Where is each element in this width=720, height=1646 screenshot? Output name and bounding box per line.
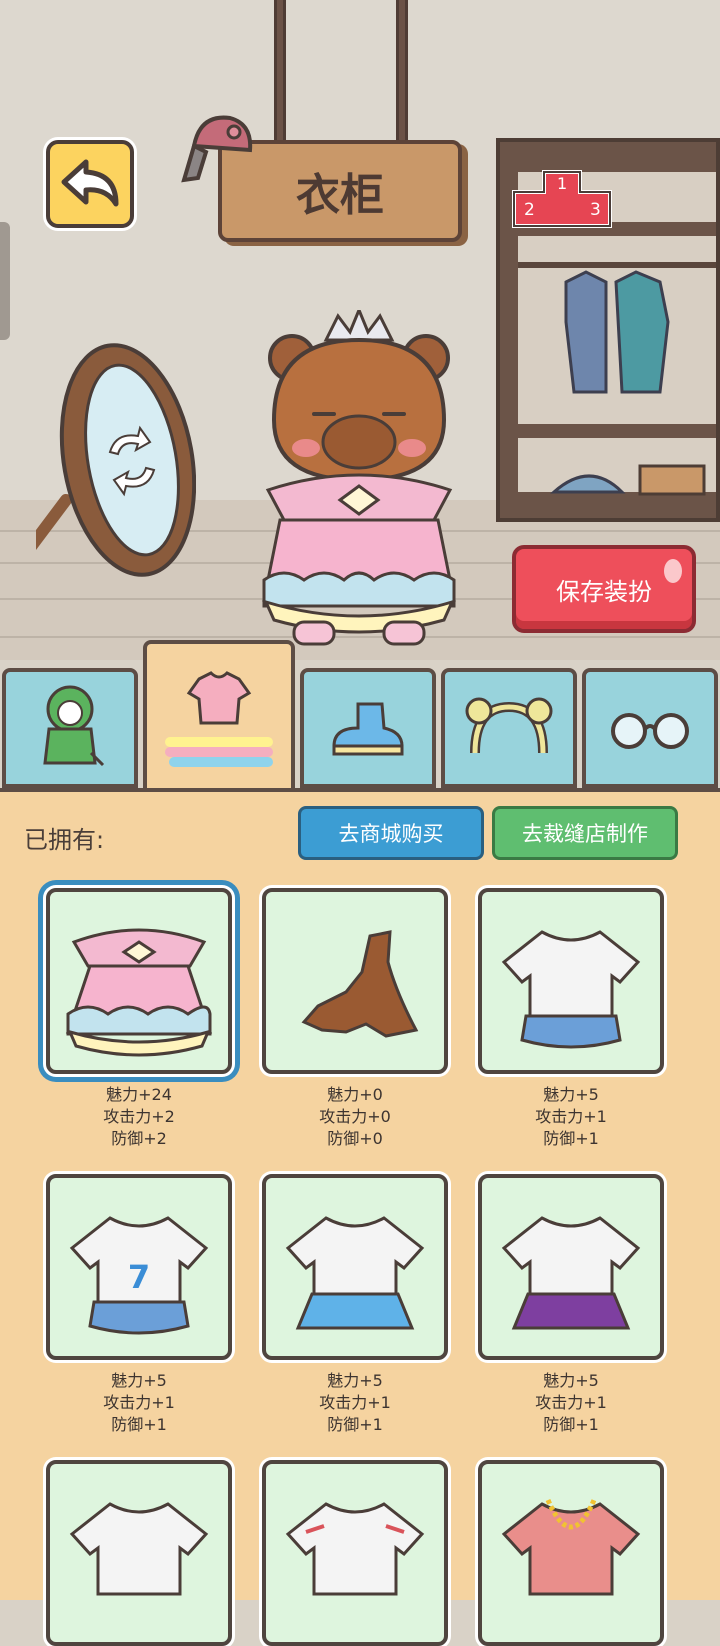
item-stats: 魅力+0 攻击力+0 防御+0 [262,1084,448,1150]
save-outfit-button[interactable]: 保存装扮 [512,545,696,633]
tab-glasses[interactable] [582,668,718,788]
item-stats: 魅力+24 攻击力+2 防御+2 [46,1084,232,1150]
attack-stat: 攻击力+1 [535,1107,607,1126]
rank-second-label: 2 [524,200,535,220]
mirror-button[interactable] [0,340,197,586]
save-outfit-label: 保存装扮 [556,577,652,606]
attack-stat: 攻击力+1 [535,1393,607,1412]
item-card-torn-rag[interactable] [262,888,448,1074]
go-tailor-button[interactable]: 去裁缝店制作 [492,806,678,860]
items-panel: 已拥有: 去商城购买 去裁缝店制作 魅力+24 攻击力+2 防御+2 魅力+0 … [0,788,720,1646]
attack-stat: 攻击力+0 [319,1107,391,1126]
item-card-red-7-tee[interactable] [262,1460,448,1646]
cap-icon [181,115,253,183]
tab-headwear[interactable] [441,668,577,788]
defense-stat: 防御+1 [543,1415,599,1434]
white-tee-icon [501,930,641,1049]
item-stats: 魅力+5 攻击力+1 防御+1 [46,1370,232,1436]
capybara-avatar [262,310,456,646]
item-card-white-tee-blue-shorts[interactable] [478,888,664,1074]
mirror-rotate-icon [0,343,197,586]
charm-stat: 魅力+5 [543,1085,599,1104]
tab-shoes[interactable] [300,668,436,788]
item-card-pink-tee-gold-chain[interactable] [478,1460,664,1646]
sign-rope-left [274,0,286,150]
charm-stat: 魅力+24 [106,1085,172,1104]
tab-costume[interactable] [2,668,138,788]
item-card-sport-tee-7[interactable]: 7 [46,1174,232,1360]
item-stats: 魅力+5 攻击力+1 防御+1 [478,1370,664,1436]
clothes-icon [165,671,273,767]
back-arrow-icon [61,159,119,207]
defense-stat: 防御+1 [327,1415,383,1434]
attack-stat: 攻击力+2 [103,1107,175,1126]
red-7-tee-icon [285,1502,425,1596]
glasses-icon [611,713,689,749]
charm-stat: 魅力+0 [327,1085,383,1104]
hanging-shirts-icon [564,270,670,394]
owned-label: 已拥有: [24,826,105,854]
sport-tee-icon: 7 [69,1216,209,1335]
defense-stat: 防御+2 [111,1129,167,1148]
svg-text:7: 7 [128,1258,150,1296]
rank-third-label: 3 [590,200,601,220]
sign-rope-right [396,0,408,150]
charm-stat: 魅力+5 [327,1371,383,1390]
category-tabs [0,640,720,792]
side-drawer-handle[interactable] [0,222,10,340]
item-stats: 魅力+5 攻击力+1 防御+1 [478,1084,664,1150]
go-shop-button[interactable]: 去商城购买 [298,806,484,860]
costume-icon [43,685,105,767]
button-shine [664,559,682,583]
rank-first-label: 1 [557,174,568,193]
shelf-items-icon [550,464,706,496]
item-card-princess-dress[interactable] [46,888,232,1074]
item-stats: 魅力+5 攻击力+1 防御+1 [262,1370,448,1436]
charm-stat: 魅力+5 [111,1371,167,1390]
defense-stat: 防御+1 [111,1415,167,1434]
headwear-icon [465,697,553,754]
defense-stat: 防御+1 [543,1129,599,1148]
tee-blue-skirt-icon [285,1216,425,1330]
pink-tee-gold-chain-icon [501,1499,641,1596]
attack-stat: 攻击力+1 [319,1393,391,1412]
shoes-icon [332,702,404,756]
page-title: 衣柜 [296,170,384,221]
wardrobe-scene: 衣柜 1 2 3 保存装扮 [0,0,720,660]
white-tee-icon [69,1502,209,1596]
item-card-tee-purple-skirt[interactable] [478,1174,664,1360]
tee-purple-skirt-icon [501,1216,641,1330]
ranking-button[interactable]: 1 2 3 [510,168,614,230]
charm-stat: 魅力+5 [543,1371,599,1390]
torn-rag-icon [301,930,419,1038]
defense-stat: 防御+0 [327,1129,383,1148]
back-button[interactable] [46,140,134,228]
princess-dress-icon [65,928,213,1057]
item-card-white-tee[interactable] [46,1460,232,1646]
tab-clothes[interactable] [143,640,295,792]
item-card-tee-blue-skirt[interactable] [262,1174,448,1360]
attack-stat: 攻击力+1 [103,1393,175,1412]
